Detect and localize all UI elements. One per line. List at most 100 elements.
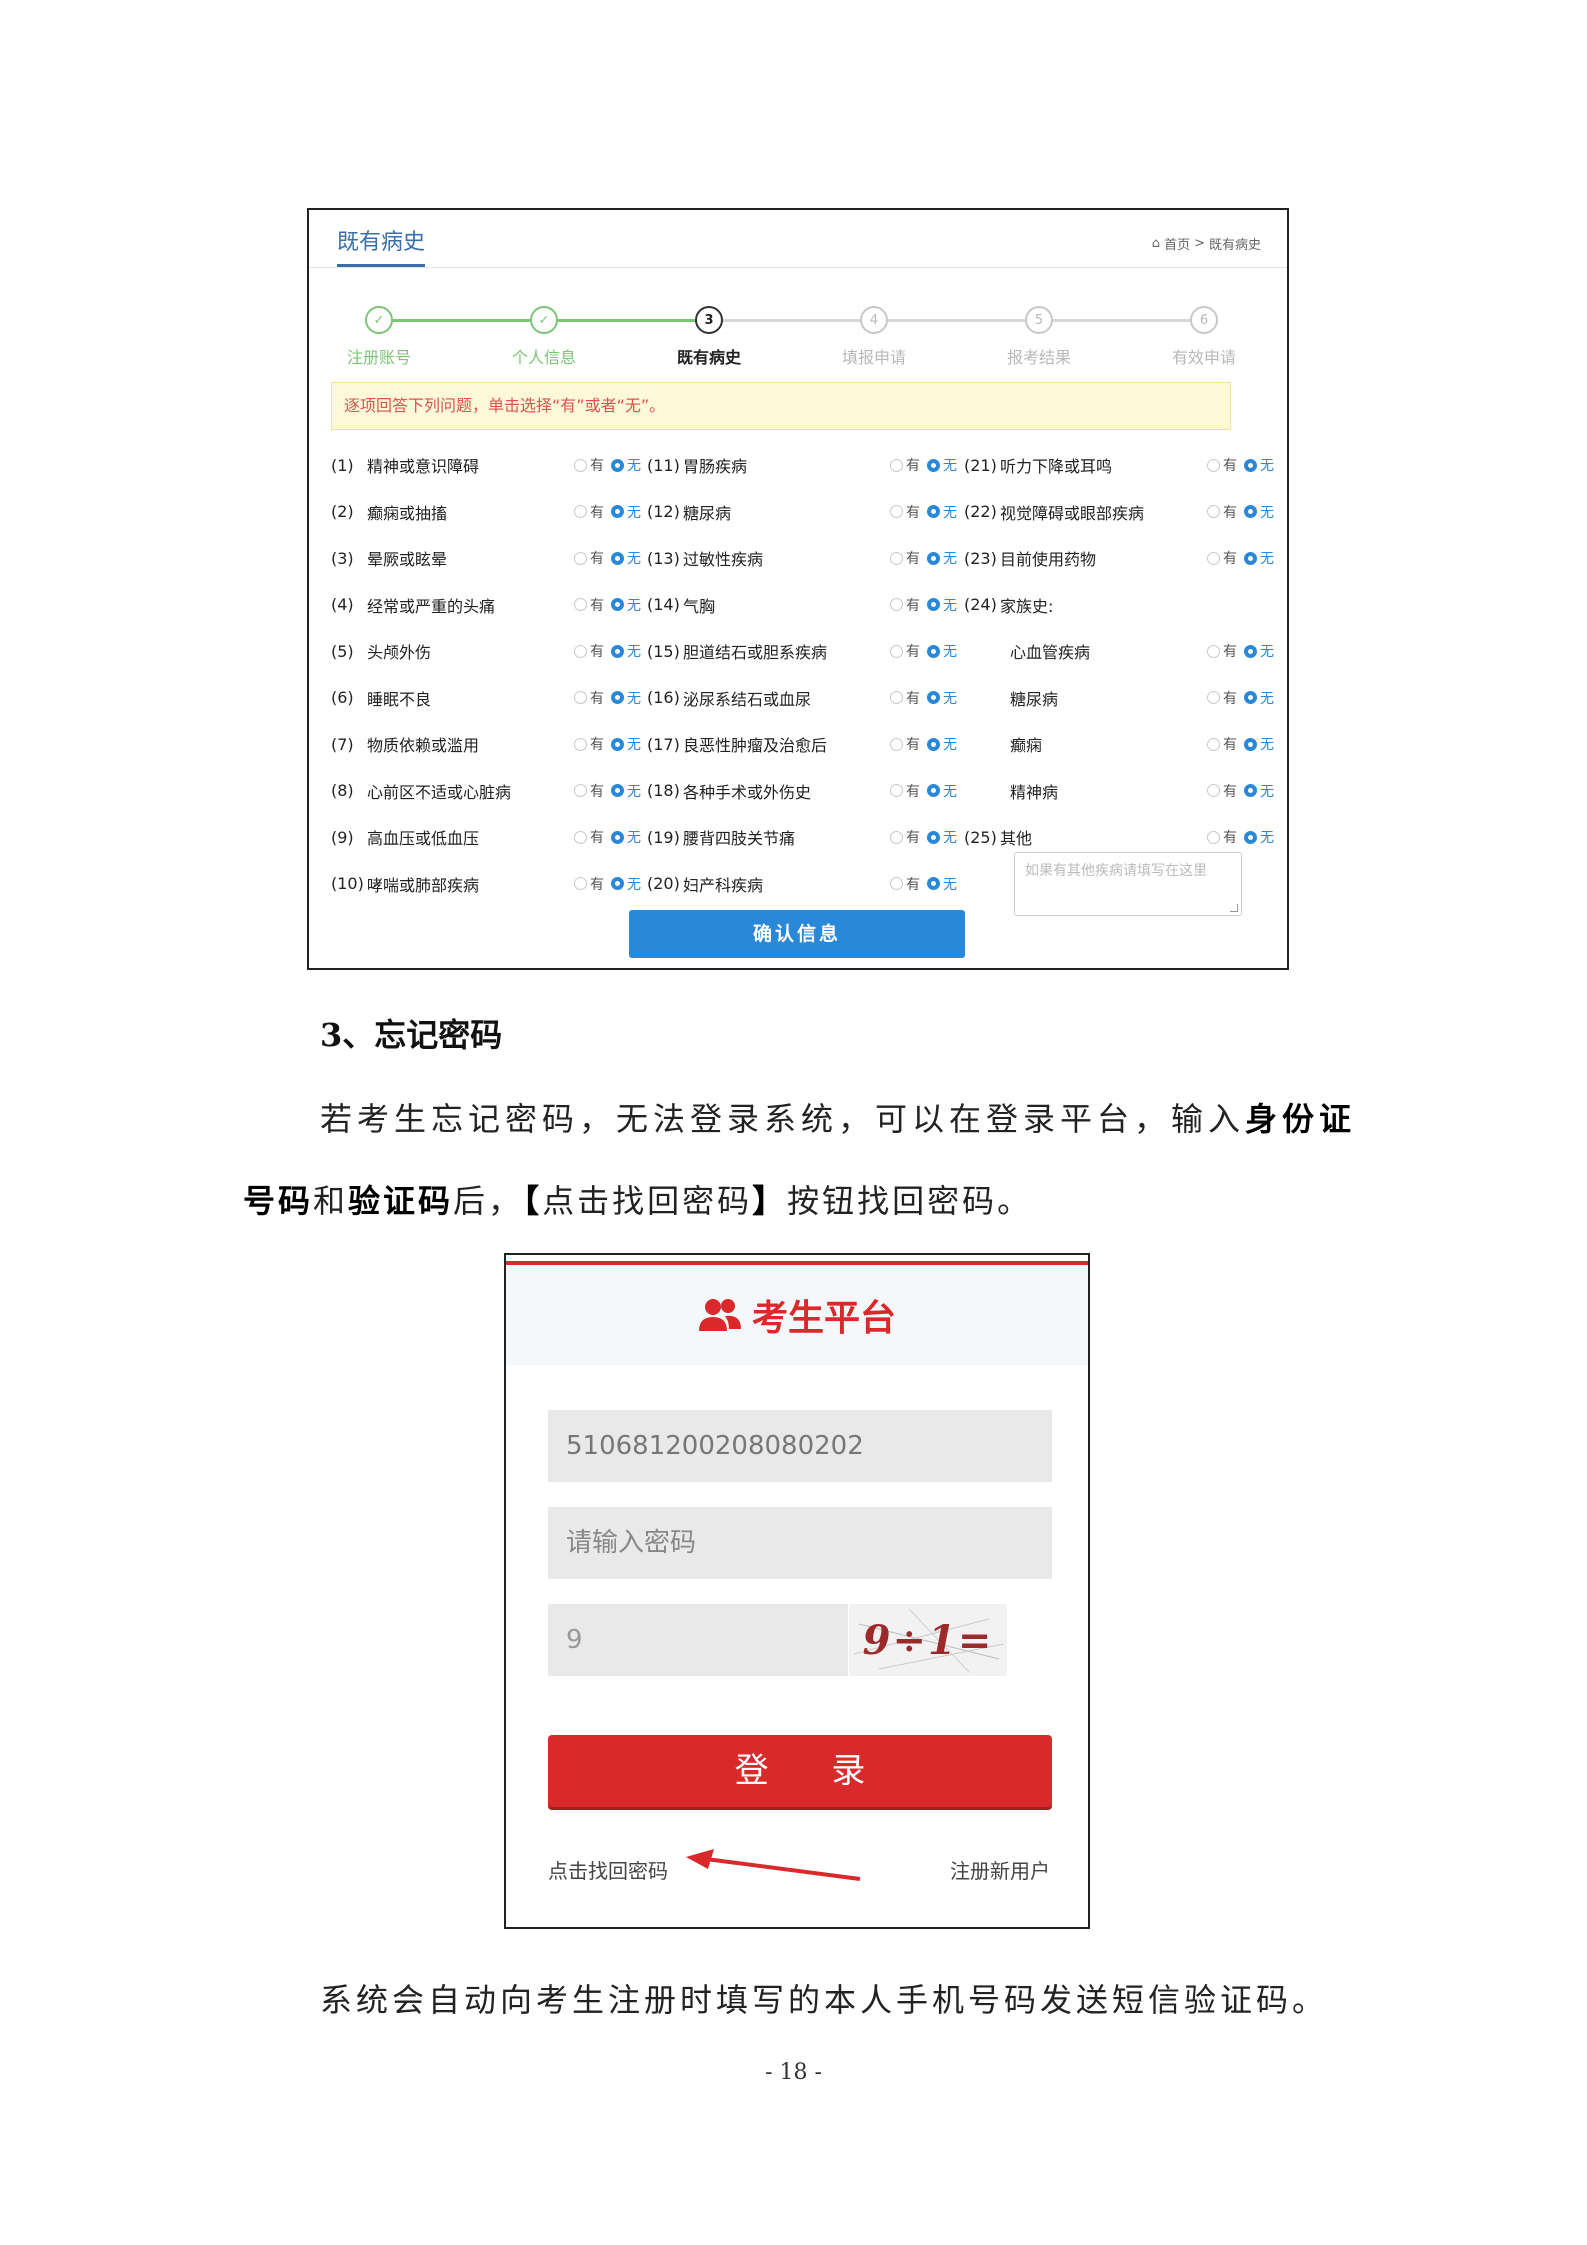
radio-yes[interactable]: [574, 784, 587, 798]
question-row: 癫痫有无: [964, 721, 1274, 768]
radio-no[interactable]: [927, 505, 940, 519]
radio-yes-label: 有: [906, 830, 920, 847]
radio-no[interactable]: [927, 691, 940, 705]
radio-no[interactable]: [927, 551, 940, 565]
radio-no[interactable]: [611, 551, 624, 565]
radio-yes[interactable]: [1207, 644, 1220, 658]
radio-yes[interactable]: [574, 644, 587, 658]
radio-no[interactable]: [1244, 551, 1257, 565]
radio-yes[interactable]: [890, 458, 903, 472]
forgot-password-link[interactable]: 点击找回密码: [548, 1855, 668, 1884]
step-medical-history: 3 既有病史: [626, 306, 792, 368]
home-icon[interactable]: ⌂: [1152, 236, 1160, 251]
breadcrumb-home[interactable]: 首页: [1164, 234, 1190, 253]
question-number: (9): [331, 827, 354, 847]
radio-no-label: 无: [943, 504, 957, 521]
radio-yes[interactable]: [1207, 830, 1220, 844]
id-number-input[interactable]: 510681200208080202: [548, 1410, 1052, 1482]
radio-no-label: 无: [943, 458, 957, 475]
radio-yes[interactable]: [890, 691, 903, 705]
radio-yes[interactable]: [574, 505, 587, 519]
radio-yes[interactable]: [890, 644, 903, 658]
radio-no[interactable]: [611, 830, 624, 844]
radio-no[interactable]: [1244, 830, 1257, 844]
radio-yes[interactable]: [1207, 784, 1220, 798]
radio-yes[interactable]: [890, 784, 903, 798]
radio-yes[interactable]: [890, 737, 903, 751]
question-text: 胆道结石或胆系疾病: [683, 643, 828, 663]
radio-no[interactable]: [611, 505, 624, 519]
captcha-image[interactable]: 9÷1=: [849, 1604, 1007, 1676]
login-button[interactable]: 登 录: [548, 1735, 1052, 1807]
question-row: (22) 视觉障碍或眼部疾病有无: [964, 489, 1274, 536]
radio-no[interactable]: [611, 737, 624, 751]
radio-yes[interactable]: [574, 458, 587, 472]
radio-no[interactable]: [1244, 644, 1257, 658]
yes-no-options: 有无: [574, 874, 641, 894]
radio-yes-label: 有: [1223, 830, 1237, 847]
radio-no-label: 无: [627, 504, 641, 521]
yes-no-options: 有无: [890, 874, 957, 894]
radio-no-label: 无: [627, 458, 641, 475]
radio-no[interactable]: [1244, 784, 1257, 798]
radio-no[interactable]: [1244, 458, 1257, 472]
question-row: (8) 心前区不适或心脏病有无: [331, 768, 641, 815]
radio-yes[interactable]: [890, 505, 903, 519]
radio-no[interactable]: [927, 598, 940, 612]
radio-yes-label: 有: [1223, 551, 1237, 568]
radio-yes[interactable]: [1207, 737, 1220, 751]
radio-no[interactable]: [611, 598, 624, 612]
radio-no[interactable]: [1244, 505, 1257, 519]
radio-no-label: 无: [1260, 644, 1274, 661]
radio-yes-label: 有: [590, 783, 604, 800]
resize-handle-icon[interactable]: [1230, 904, 1238, 912]
radio-no[interactable]: [927, 784, 940, 798]
question-number: (16): [647, 688, 680, 708]
radio-no[interactable]: [611, 644, 624, 658]
radio-yes[interactable]: [1207, 551, 1220, 565]
radio-yes[interactable]: [574, 551, 587, 565]
question-text: 气胸: [683, 596, 716, 616]
radio-yes[interactable]: [890, 877, 903, 891]
radio-no[interactable]: [611, 458, 624, 472]
radio-yes[interactable]: [890, 598, 903, 612]
confirm-info-button[interactable]: 确认信息: [629, 910, 965, 958]
radio-no[interactable]: [611, 691, 624, 705]
radio-no-label: 无: [943, 876, 957, 893]
radio-no[interactable]: [927, 830, 940, 844]
radio-no-label: 无: [1260, 504, 1274, 521]
question-column-1: (1) 精神或意识障碍有无 (2) 癫痫或抽搐有无 (3) 晕厥或眩晕有无 (4) 经常或严重…: [331, 442, 641, 907]
radio-no[interactable]: [927, 737, 940, 751]
radio-no[interactable]: [927, 877, 940, 891]
radio-no[interactable]: [927, 644, 940, 658]
radio-yes[interactable]: [1207, 691, 1220, 705]
other-disease-textarea[interactable]: 如果有其他疾病请填写在这里: [1014, 852, 1242, 916]
yes-no-options: 有无: [890, 641, 957, 661]
radio-yes[interactable]: [574, 598, 587, 612]
radio-yes[interactable]: [574, 691, 587, 705]
paragraph-bracket: 【: [523, 1182, 543, 1220]
radio-no[interactable]: [611, 877, 624, 891]
question-text: 良恶性肿瘤及治愈后: [683, 736, 828, 756]
question-row: (23) 目前使用药物有无: [964, 535, 1274, 582]
captcha-input[interactable]: 9: [548, 1604, 848, 1676]
radio-no[interactable]: [1244, 691, 1257, 705]
question-number: (14): [647, 595, 680, 615]
radio-no[interactable]: [927, 458, 940, 472]
radio-no[interactable]: [611, 784, 624, 798]
radio-yes[interactable]: [1207, 505, 1220, 519]
radio-yes[interactable]: [890, 830, 903, 844]
register-link[interactable]: 注册新用户: [950, 1855, 1050, 1884]
radio-no[interactable]: [1244, 737, 1257, 751]
password-input[interactable]: 请输入密码: [548, 1507, 1052, 1579]
radio-no-label: 无: [627, 690, 641, 707]
radio-yes[interactable]: [890, 551, 903, 565]
breadcrumb-current: 既有病史: [1208, 238, 1261, 253]
radio-yes[interactable]: [574, 737, 587, 751]
radio-yes[interactable]: [574, 877, 587, 891]
page-title: 既有病史: [337, 224, 426, 267]
radio-yes[interactable]: [1207, 458, 1220, 472]
radio-yes[interactable]: [574, 830, 587, 844]
question-row: (13) 过敏性疾病有无: [647, 535, 957, 582]
question-number: (8): [331, 781, 354, 801]
